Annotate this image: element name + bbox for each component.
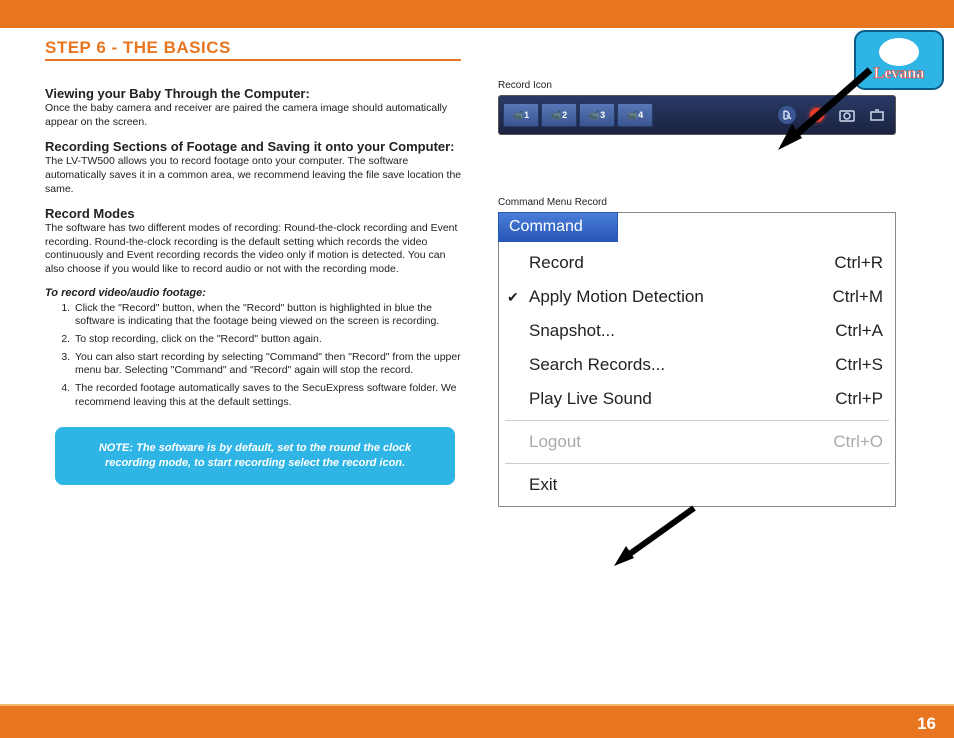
snapshot-icon[interactable] <box>833 101 861 129</box>
top-bar <box>0 0 954 28</box>
menu-label: Search Records... <box>529 355 665 375</box>
command-menu: Command Record Ctrl+R ✔ Apply Motion Det… <box>498 212 896 507</box>
note-box: NOTE: The software is by default, set to… <box>55 427 455 485</box>
step-item: You can also start recording by selectin… <box>73 351 465 378</box>
steps-list: Click the "Record" button, when the "Rec… <box>73 302 465 409</box>
menu-item-play-sound[interactable]: Play Live Sound Ctrl+P <box>499 382 895 416</box>
menu-label: Logout <box>529 432 581 452</box>
motion-icon[interactable] <box>773 101 801 129</box>
para-viewing: Once the baby camera and receiver are pa… <box>45 102 465 129</box>
step-item: The recorded footage automatically saves… <box>73 382 465 409</box>
para-recording: The LV-TW500 allows you to record footag… <box>45 155 465 196</box>
menu-item-snapshot[interactable]: Snapshot... Ctrl+A <box>499 314 895 348</box>
menu-label: Snapshot... <box>529 321 615 341</box>
bottom-bar: 16 <box>0 706 954 738</box>
menu-shortcut: Ctrl+O <box>833 432 883 452</box>
caption-command-menu: Command Menu Record <box>498 197 898 208</box>
right-column: Record Icon 📹 1 📹 2 📹 3 📹 4 Command Menu… <box>498 80 898 507</box>
page-number: 16 <box>917 714 936 734</box>
menu-label: Play Live Sound <box>529 389 652 409</box>
menu-shortcut: Ctrl+P <box>835 389 883 409</box>
left-column: Viewing your Baby Through the Computer: … <box>45 80 465 485</box>
menu-shortcut: Ctrl+A <box>835 321 883 341</box>
check-icon: ✔ <box>507 289 519 306</box>
record-icon <box>810 108 824 122</box>
menu-item-exit[interactable]: Exit <box>499 468 895 502</box>
camera-button-2[interactable]: 📹 2 <box>541 103 577 127</box>
camera-button-4[interactable]: 📹 4 <box>617 103 653 127</box>
menu-item-logout: Logout Ctrl+O <box>499 425 895 459</box>
heading-recording: Recording Sections of Footage and Saving… <box>45 139 465 154</box>
step-item: To stop recording, click on the "Record"… <box>73 333 465 347</box>
menu-item-motion[interactable]: ✔ Apply Motion Detection Ctrl+M <box>499 280 895 314</box>
menu-label: Exit <box>529 475 557 495</box>
menu-shortcut: Ctrl+M <box>832 287 883 307</box>
step-title: STEP 6 - THE BASICS <box>45 38 944 58</box>
menu-label: Apply Motion Detection <box>529 287 704 307</box>
camera-button-1[interactable]: 📹 1 <box>503 103 539 127</box>
menu-label: Record <box>529 253 584 273</box>
step-item: Click the "Record" button, when the "Rec… <box>73 302 465 329</box>
camera-button-3[interactable]: 📹 3 <box>579 103 615 127</box>
menu-separator <box>505 420 889 421</box>
heading-viewing: Viewing your Baby Through the Computer: <box>45 86 465 101</box>
menu-shortcut: Ctrl+R <box>834 253 883 273</box>
menu-title[interactable]: Command <box>498 212 618 242</box>
menu-shortcut: Ctrl+S <box>835 355 883 375</box>
software-toolbar: 📹 1 📹 2 📹 3 📹 4 <box>498 95 896 135</box>
heading-record-modes: Record Modes <box>45 206 465 221</box>
menu-separator <box>505 463 889 464</box>
record-button[interactable] <box>803 101 831 129</box>
menu-item-search[interactable]: Search Records... Ctrl+S <box>499 348 895 382</box>
subheading-to-record: To record video/audio footage: <box>45 287 465 299</box>
expand-icon[interactable] <box>863 101 891 129</box>
para-record-modes: The software has two different modes of … <box>45 222 465 277</box>
arrow-annotation-icon <box>604 498 704 578</box>
title-underline <box>45 59 461 61</box>
caption-record-icon: Record Icon <box>498 80 898 91</box>
menu-item-record[interactable]: Record Ctrl+R <box>499 246 895 280</box>
